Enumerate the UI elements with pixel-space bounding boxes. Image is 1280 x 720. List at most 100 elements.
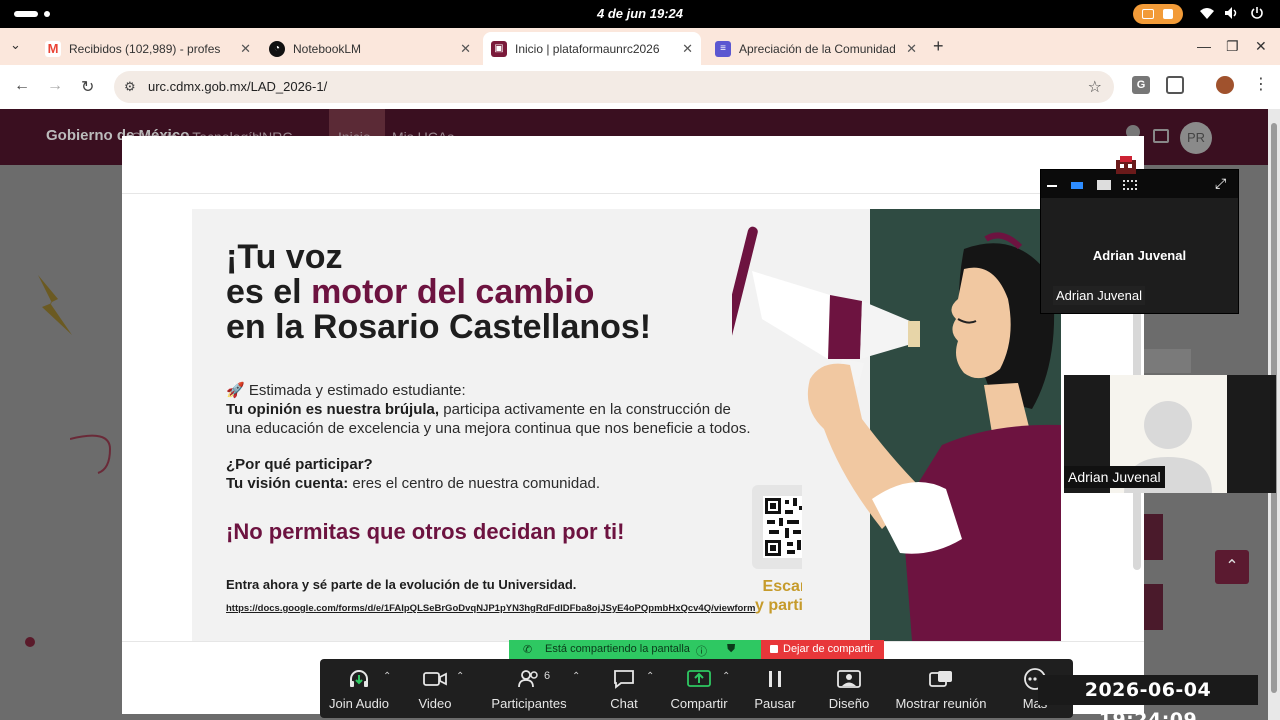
stop-share-button[interactable]: Dejar de compartir [761,640,884,659]
participants-button[interactable]: Participantes [486,659,572,718]
show-meeting-icon [890,668,992,690]
chat-icon[interactable] [1153,129,1169,143]
show-meeting-button[interactable]: Mostrar reunión [890,659,992,718]
tab-inicio[interactable]: ▣ Inicio | plataformaunrc2026 ✕ [483,32,701,65]
share-label: Compartir [670,696,728,711]
video-label: Video [418,696,452,711]
greeting-text: 🚀 Estimada y estimado estudiante: [226,382,466,399]
participants-label: Participantes [491,696,567,711]
pixel-avatar-icon [1112,154,1140,178]
minimize-icon[interactable]: — [1197,38,1211,54]
tab-title: NotebookLM [293,41,362,56]
user-avatar[interactable]: PR [1180,122,1212,154]
decorative-swirl-icon [69,429,130,484]
bookmark-star-icon[interactable]: ☆ [1088,77,1102,97]
fullscreen-icon[interactable]: ⤢ [1215,175,1226,192]
site-card [1143,349,1191,373]
os-status-bar: 4 de jun 19:24 [0,0,1280,28]
tab-close-icon[interactable]: ✕ [906,41,917,57]
show-meeting-label: Mostrar reunión [895,696,987,711]
tab-close-icon[interactable]: ✕ [460,41,471,57]
menu-kebab-icon[interactable]: ⋮ [1252,76,1270,94]
restore-icon[interactable]: ❐ [1226,38,1239,55]
participants-options-caret-icon[interactable]: ⌃ [572,671,580,682]
zoom-video-tile-self[interactable]: Adrian Juvenal [1064,375,1276,493]
gallery-view-icon[interactable] [1123,180,1137,190]
reload-icon[interactable]: ↻ [81,77,94,97]
unrc-icon: ▣ [491,40,507,57]
close-window-icon[interactable]: ✕ [1255,38,1267,55]
design-label: Diseño [828,696,870,711]
site-info-icon[interactable]: ⚙ [124,79,136,95]
forms-icon: ≡ [715,40,731,57]
video-button[interactable]: Video [406,659,464,718]
headline-line-3: en la Rosario Castellanos! [226,308,652,346]
megaphone-illustration [719,209,1061,641]
video-options-caret-icon[interactable]: ⌃ [456,671,464,682]
tab-close-icon[interactable]: ✕ [240,41,251,57]
chat-options-caret-icon[interactable]: ⌃ [646,671,654,682]
site-card-button [1143,514,1163,560]
participant-label: Adrian Juvenal [1053,286,1145,305]
screen-cast-indicator[interactable] [1133,4,1183,24]
tab-title: Inicio | plataformaunrc2026 [515,41,660,56]
call-to-action: ¡No permitas que otros decidan por ti! [226,519,625,544]
tab-gmail[interactable]: M Recibidos (102,989) - profes ✕ [37,32,259,65]
chat-button[interactable]: Chat [600,659,648,718]
share-options-caret-icon[interactable]: ⌃ [722,671,730,682]
profile-avatar-icon[interactable] [1216,76,1234,94]
gmail-icon: M [45,40,61,57]
extensions-puzzle-icon[interactable] [1166,76,1184,94]
os-clock[interactable]: 4 de jun 19:24 [0,6,1280,21]
headline-line-2: es el motor del cambio [226,273,595,311]
audio-options-caret-icon[interactable]: ⌃ [383,671,391,682]
tab-notebooklm[interactable]: ◔ NotebookLM ✕ [261,32,479,65]
paragraph-1-line-2: una educación de excelencia y una mejora… [226,420,751,437]
design-button[interactable]: Diseño [820,659,878,718]
info-icon[interactable]: ⓘ [696,643,707,659]
speaker-view-icon[interactable] [1071,182,1083,189]
tab-search-icon[interactable]: ⌄ [10,37,21,53]
scroll-top-button[interactable]: ⌃ [1215,550,1249,584]
stop-square-icon [770,645,778,653]
participant-label: Adrian Juvenal [1064,466,1165,488]
design-picture-icon [820,668,878,690]
back-arrow-icon[interactable]: ← [14,77,30,95]
survey-poster: ¡Tu voz es el motor del cambio en la Ros… [192,209,1061,641]
new-tab-button[interactable]: + [933,36,944,57]
sharing-status-banner: ✆ Está compartiendo la pantalla ⓘ ⛊ [509,640,761,659]
enter-now-text: Entra ahora y sé parte de la evolución d… [226,577,577,592]
forward-arrow-icon[interactable]: → [47,77,63,95]
pause-share-button[interactable]: Pausar [748,659,802,718]
question-title: ¿Por qué participar? [226,456,373,473]
wifi-icon[interactable] [1199,6,1215,23]
share-screen-button[interactable]: Compartir [666,659,732,718]
notebooklm-icon: ◔ [269,40,285,57]
participant-name: Adrian Juvenal [1092,248,1187,263]
power-icon[interactable] [1250,6,1264,23]
tab-close-icon[interactable]: ✕ [682,41,693,57]
zoom-video-tile-active-speaker[interactable]: ⤢ Adrian Juvenal Adrian Juvenal [1040,169,1239,314]
volume-icon[interactable] [1224,6,1240,23]
pause-icon [748,668,802,690]
shield-icon: ⛊ [727,643,736,655]
tab-apreciacion[interactable]: ≡ Apreciación de la Comunidad ✕ [707,32,925,65]
google-extension-icon[interactable]: G [1132,76,1150,94]
zoom-control-bar: Join Audio ⌃ Video ⌃ Participantes 6 ⌃ C… [320,659,1073,718]
lightning-icon [28,269,80,346]
pause-label: Pausar [754,696,796,711]
url-text[interactable]: urc.cdmx.gob.mx/LAD_2026-1/ [148,79,327,94]
divider [122,193,1144,194]
join-audio-label: Join Audio [329,696,389,711]
browser-toolbar: ← → ↻ ⚙ urc.cdmx.gob.mx/LAD_2026-1/ ☆ [0,65,1280,109]
decorative-dot [25,637,35,647]
minimize-video-icon[interactable] [1047,185,1057,187]
thumbnail-view-icon[interactable] [1097,180,1111,190]
survey-link[interactable]: https://docs.google.com/forms/d/e/1FAIpQ… [226,603,755,614]
sharing-status-text: Está compartiendo la pantalla [545,643,690,655]
phone-icon: ✆ [523,644,533,656]
address-bar[interactable]: ⚙ urc.cdmx.gob.mx/LAD_2026-1/ ☆ [114,71,1114,103]
join-audio-button[interactable]: Join Audio [320,659,398,718]
tab-title: Apreciación de la Comunidad [739,41,896,56]
stop-share-label: Dejar de compartir [783,643,874,655]
